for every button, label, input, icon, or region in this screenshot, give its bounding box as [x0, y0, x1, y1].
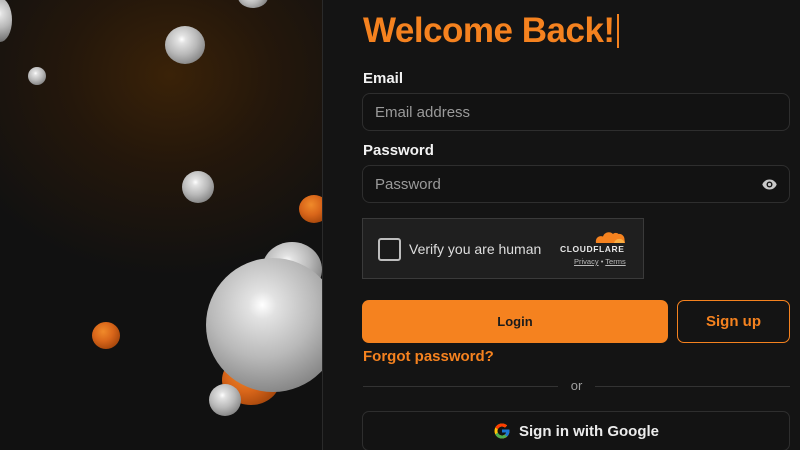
- eye-icon[interactable]: [761, 176, 777, 192]
- privacy-link[interactable]: Privacy: [574, 257, 599, 266]
- signup-button[interactable]: Sign up: [677, 300, 790, 343]
- separator-line-right: [595, 386, 790, 387]
- password-field-wrapper: [362, 165, 790, 203]
- login-button[interactable]: Login: [362, 300, 668, 343]
- verify-human-checkbox[interactable]: [378, 238, 401, 261]
- sphere-decoration: [28, 67, 46, 85]
- cloudflare-cloud-icon: [595, 232, 625, 243]
- email-label: Email: [363, 70, 404, 87]
- sphere-decoration: [182, 171, 214, 203]
- captcha-links: Privacy • Terms: [574, 257, 626, 266]
- google-icon: [494, 423, 510, 439]
- google-signin-button[interactable]: Sign in with Google: [362, 411, 790, 450]
- sphere-decoration: [209, 384, 241, 416]
- sphere-decoration: [92, 322, 120, 349]
- captcha-label: Verify you are human: [409, 241, 542, 257]
- page-title-text: Welcome Back!: [363, 11, 615, 50]
- password-label: Password: [363, 142, 434, 159]
- link-separator: •: [600, 257, 604, 266]
- sphere-decoration: [165, 26, 205, 64]
- google-signin-label: Sign in with Google: [519, 422, 659, 440]
- forgot-password-link[interactable]: Forgot password?: [363, 348, 494, 365]
- sphere-decoration: [238, 0, 268, 8]
- terms-link[interactable]: Terms: [605, 257, 625, 266]
- decorative-sphere-panel: [0, 0, 322, 450]
- email-field-wrapper: [362, 93, 790, 131]
- page-title: Welcome Back!: [363, 10, 619, 52]
- cloudflare-brand: CLOUDFLARE: [560, 244, 625, 254]
- cloudflare-captcha-widget: Verify you are human CLOUDFLARE Privacy …: [362, 218, 644, 279]
- or-separator: or: [363, 378, 790, 394]
- text-caret: [616, 14, 619, 48]
- login-panel: Welcome Back! Email Password Verify you …: [323, 0, 800, 450]
- email-field[interactable]: [375, 103, 777, 121]
- password-field[interactable]: [375, 175, 761, 193]
- sphere-decoration: [299, 195, 322, 223]
- sphere-decoration: [0, 0, 12, 42]
